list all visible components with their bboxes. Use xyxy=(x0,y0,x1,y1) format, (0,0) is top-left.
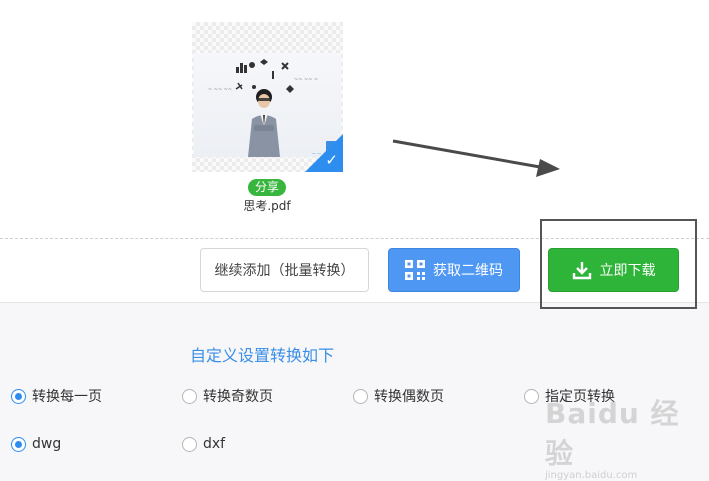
file-name: 思考.pdf xyxy=(243,199,291,213)
option-even-pages[interactable]: 转换偶数页 xyxy=(353,386,444,406)
option-every-page[interactable]: 转换每一页 xyxy=(11,386,102,406)
radio-button[interactable] xyxy=(11,388,26,404)
option-odd-pages[interactable]: 转换奇数页 xyxy=(182,386,273,406)
option-label: dxf xyxy=(203,436,226,452)
radio-button[interactable] xyxy=(353,388,368,404)
arrow-annotation xyxy=(392,139,560,177)
svg-text:~ ~~ ~~: ~ ~~ ~~ xyxy=(208,87,232,93)
option-dxf[interactable]: dxf xyxy=(182,436,225,452)
divider xyxy=(0,238,709,239)
check-icon: ✓ xyxy=(325,151,338,169)
radio-button[interactable] xyxy=(524,388,539,404)
upload-area: ~ ~~ ~~ ~~ ~~ ~ — — ✓ 分享 思考.pdf 继续添加（批量转… xyxy=(0,0,709,309)
baidu-watermark: Baidu 经验 jingyan.baidu.com xyxy=(545,392,705,481)
download-icon xyxy=(572,260,592,280)
option-dwg[interactable]: dwg xyxy=(11,436,61,452)
add-more-label: 继续添加（批量转换） xyxy=(214,263,355,279)
watermark-url: jingyan.baidu.com xyxy=(545,470,638,481)
file-card[interactable]: ~ ~~ ~~ ~~ ~~ ~ — — ✓ xyxy=(192,22,343,172)
option-label: 转换偶数页 xyxy=(374,389,444,405)
download-now-button[interactable]: 立即下载 xyxy=(548,248,679,292)
get-qr-code-button[interactable]: 获取二维码 xyxy=(388,248,520,292)
download-now-label: 立即下载 xyxy=(599,263,656,279)
radio-button[interactable] xyxy=(182,388,197,404)
radio-button[interactable] xyxy=(182,436,197,452)
option-label: 转换奇数页 xyxy=(203,389,273,405)
qr-code-icon xyxy=(405,260,425,280)
add-more-button[interactable]: 继续添加（批量转换） xyxy=(200,248,369,292)
get-qr-code-label: 获取二维码 xyxy=(433,263,503,279)
option-label: dwg xyxy=(32,436,62,452)
settings-title: 自定义设置转换如下 xyxy=(190,346,335,365)
option-label: 转换每一页 xyxy=(32,389,102,405)
radio-button[interactable] xyxy=(11,436,26,452)
selected-check: ✓ xyxy=(305,134,343,172)
share-badge[interactable]: 分享 xyxy=(248,179,286,196)
watermark-brand: Baidu 经验 xyxy=(545,397,680,470)
svg-text:~~ ~~ ~: ~~ ~~ ~ xyxy=(294,77,318,83)
